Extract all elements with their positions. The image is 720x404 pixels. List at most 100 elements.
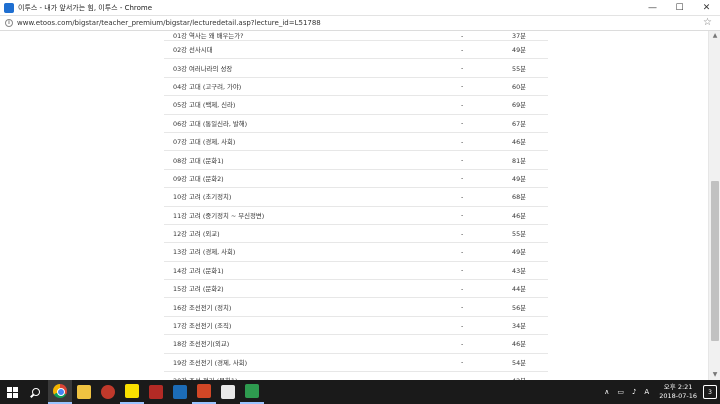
lecture-row[interactable]: 17강 조선전기 (조직) - 34분 xyxy=(164,317,548,336)
lecture-row[interactable]: 07강 고대 (경제, 사회) - 46분 xyxy=(164,133,548,152)
taskbar-app-white[interactable] xyxy=(216,380,240,404)
lecture-title[interactable]: 03강 여러나라의 성장 xyxy=(173,64,232,73)
lecture-title[interactable]: 12강 고려 (외교) xyxy=(173,229,220,238)
taskbar-filezilla[interactable] xyxy=(144,380,168,404)
ime-indicator[interactable]: A xyxy=(644,388,649,396)
scroll-up-icon[interactable]: ▲ xyxy=(709,31,720,41)
url-text[interactable]: www.etoos.com/bigstar/teacher_premium/bi… xyxy=(17,19,321,27)
close-button[interactable]: ✕ xyxy=(693,0,720,16)
search-icon xyxy=(32,388,40,396)
lecture-row[interactable]: 19강 조선전기 (경제, 사회) - 54분 xyxy=(164,354,548,373)
scroll-thumb[interactable] xyxy=(711,181,719,341)
window-titlebar: 이투스 - 내가 앞서가는 힘, 이투스 - Chrome — ☐ ✕ xyxy=(0,0,720,16)
lecture-duration: 55분 xyxy=(512,64,527,73)
taskbar-outlook[interactable] xyxy=(168,380,192,404)
volume-icon[interactable]: ♪ xyxy=(632,388,636,396)
lecture-row[interactable]: 13강 고려 (경제, 사회) - 49분 xyxy=(164,243,548,262)
lecture-row[interactable]: 01강 역사는 왜 배우는가? - 37분 xyxy=(164,31,548,41)
lecture-row[interactable]: 08강 고대 (문화1) - 81분 xyxy=(164,151,548,170)
lecture-row[interactable]: 02강 선사시대 - 49분 xyxy=(164,41,548,60)
lecture-title[interactable]: 08강 고대 (문화1) xyxy=(173,156,224,165)
lecture-mark: - xyxy=(461,339,464,348)
taskbar-powerpoint[interactable] xyxy=(192,380,216,404)
lecture-row[interactable]: 16강 조선전기 (정치) - 56분 xyxy=(164,298,548,317)
lecture-duration: 67분 xyxy=(512,119,527,128)
lecture-row[interactable]: 10강 고려 (초기정치) - 68분 xyxy=(164,188,548,207)
taskbar-app-red[interactable] xyxy=(96,380,120,404)
lecture-mark: - xyxy=(461,82,464,91)
lecture-row[interactable]: 20강 조선 전기 (문화1)-42분 xyxy=(164,372,548,380)
lecture-duration: 49분 xyxy=(512,248,527,257)
lecture-row[interactable]: 09강 고대 (문화2) - 49분 xyxy=(164,170,548,189)
lecture-title[interactable]: 17강 조선전기 (조직) xyxy=(173,321,231,330)
notification-center-icon[interactable]: 3 xyxy=(703,385,717,399)
lecture-duration: 60분 xyxy=(512,82,527,91)
lecture-title[interactable]: 04강 고대 (고구려, 가야) xyxy=(173,82,241,91)
lecture-title[interactable]: 09강 고대 (문화2) xyxy=(173,174,224,183)
lecture-row[interactable]: 04강 고대 (고구려, 가야) - 60분 xyxy=(164,78,548,97)
lecture-title[interactable]: 07강 고대 (경제, 사회) xyxy=(173,137,235,146)
lecture-title[interactable]: 16강 조선전기 (정치) xyxy=(173,303,231,312)
lecture-duration: 46분 xyxy=(512,138,527,147)
info-icon[interactable]: i xyxy=(5,19,13,27)
lecture-duration: 46분 xyxy=(512,211,527,220)
lecture-row[interactable]: 12강 고려 (외교) - 55분 xyxy=(164,225,548,244)
network-icon[interactable]: ▭ xyxy=(617,388,624,396)
maximize-button[interactable]: ☐ xyxy=(666,0,693,16)
page-content: 01강 역사는 왜 배우는가? - 37분 02강 선사시대 - 49분 03강 여러나라의… xyxy=(0,31,708,380)
lecture-mark: - xyxy=(461,229,464,238)
bookmark-star-icon[interactable]: ☆ xyxy=(703,17,712,28)
lecture-row[interactable]: 18강 조선전기(외교) - 46분 xyxy=(164,335,548,354)
filezilla-icon xyxy=(149,385,163,399)
lecture-mark: - xyxy=(461,303,464,312)
lecture-row[interactable]: 03강 여러나라의 성장 - 55분 xyxy=(164,59,548,78)
lecture-title[interactable]: 01강 역사는 왜 배우는가? xyxy=(173,31,244,40)
lecture-duration: 43분 xyxy=(512,266,527,275)
green-app-icon xyxy=(245,384,259,398)
lecture-title[interactable]: 14강 고려 (문화1) xyxy=(173,266,224,275)
taskbar-kakaotalk[interactable] xyxy=(120,380,144,404)
start-button[interactable] xyxy=(0,380,24,404)
lecture-mark: - xyxy=(461,266,464,275)
lecture-row[interactable]: 05강 고대 (백제, 신라) - 69분 xyxy=(164,96,548,115)
lecture-mark: - xyxy=(461,358,464,367)
scroll-down-icon[interactable]: ▼ xyxy=(709,370,720,380)
chrome-icon xyxy=(53,384,67,398)
address-bar[interactable]: i www.etoos.com/bigstar/teacher_premium/… xyxy=(0,16,720,31)
lecture-row[interactable]: 06강 고대 (통일신라, 발해) - 67분 xyxy=(164,115,548,133)
lecture-mark: - xyxy=(461,284,464,293)
system-clock[interactable]: 오후 2:21 2018-07-16 xyxy=(659,383,697,401)
taskbar-app-green[interactable] xyxy=(240,380,264,404)
search-button[interactable] xyxy=(24,380,48,404)
lecture-title[interactable]: 13강 고려 (경제, 사회) xyxy=(173,247,235,256)
taskbar-file-explorer[interactable] xyxy=(72,380,96,404)
etoos-favicon-icon xyxy=(4,2,14,13)
lecture-title[interactable]: 19강 조선전기 (경제, 사회) xyxy=(173,358,247,367)
tray-overflow-icon[interactable]: ∧ xyxy=(604,388,609,396)
minimize-button[interactable]: — xyxy=(639,0,666,16)
lecture-title[interactable]: 02강 선사시대 xyxy=(173,45,213,54)
vertical-scrollbar[interactable]: ▲ ▼ xyxy=(708,31,720,380)
clock-time: 오후 2:21 xyxy=(663,383,693,391)
lecture-mark: - xyxy=(461,192,464,201)
lecture-row[interactable]: 14강 고려 (문화1) - 43분 xyxy=(164,262,548,281)
lecture-title[interactable]: 05강 고대 (백제, 신라) xyxy=(173,100,235,109)
lecture-row[interactable]: 15강 고려 (문화2) - 44분 xyxy=(164,280,548,299)
document-app-icon xyxy=(221,385,235,399)
window-controls: — ☐ ✕ xyxy=(639,0,720,16)
lecture-row[interactable]: 11강 고려 (중기정치 ~ 무신정변) - 46분 xyxy=(164,207,548,225)
lecture-duration: 37분 xyxy=(512,32,527,40)
lecture-list: 01강 역사는 왜 배우는가? - 37분 02강 선사시대 - 49분 03강 여러나라의… xyxy=(164,31,548,380)
lecture-title[interactable]: 15강 고려 (문화2) xyxy=(173,284,224,293)
lecture-mark: - xyxy=(461,247,464,256)
clock-date: 2018-07-16 xyxy=(659,392,697,400)
windows-logo-icon xyxy=(6,386,18,398)
lecture-title[interactable]: 11강 고려 (중기정치 ~ 무신정변) xyxy=(173,211,264,220)
lecture-title[interactable]: 06강 고대 (통일신라, 발해) xyxy=(173,119,247,128)
lecture-duration: 44분 xyxy=(512,285,527,294)
taskbar-chrome[interactable] xyxy=(48,380,72,404)
lecture-title[interactable]: 18강 조선전기(외교) xyxy=(173,339,229,348)
lecture-title[interactable]: 10강 고려 (초기정치) xyxy=(173,192,231,201)
system-tray: ∧ ▭ ♪ A 오후 2:21 2018-07-16 3 xyxy=(600,380,720,404)
lecture-mark: - xyxy=(461,137,464,146)
